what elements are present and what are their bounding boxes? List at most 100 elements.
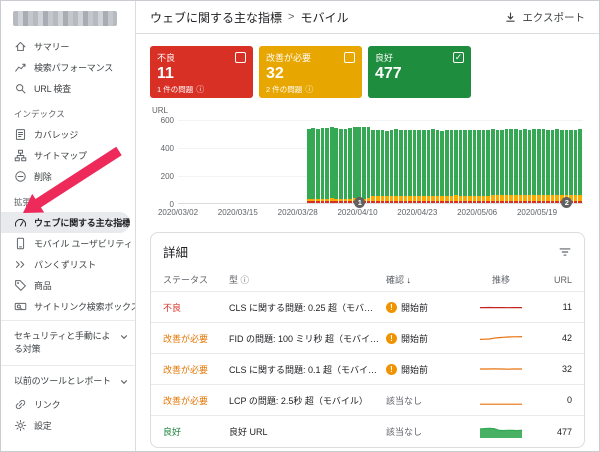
stacked-bar[interactable]: [367, 127, 371, 203]
stacked-bar[interactable]: [353, 127, 357, 203]
col-status[interactable]: ステータス: [163, 273, 225, 286]
table-row[interactable]: 不良CLS に関する問題: 0.25 超（モバイル）!開始前11: [151, 292, 584, 323]
stacked-bar[interactable]: [399, 130, 403, 203]
stacked-bar[interactable]: [477, 130, 481, 203]
timeline-marker-1[interactable]: 1: [354, 197, 365, 208]
stacked-bar[interactable]: [578, 129, 582, 203]
stacked-bar[interactable]: [450, 130, 454, 203]
status-card-poor[interactable]: 不良111 件の問題 ⓘ: [150, 46, 253, 98]
sidebar-item-search-performance[interactable]: 検索パフォーマンス: [1, 57, 135, 78]
stacked-bar[interactable]: [321, 128, 325, 203]
stacked-bar[interactable]: [537, 129, 541, 203]
sidebar-item-url-inspection[interactable]: URL 検査: [1, 78, 135, 99]
table-row[interactable]: 良好良好 URL該当なし477: [151, 416, 584, 447]
table-row[interactable]: 改善が必要CLS に関する問題: 0.1 超（モバイル）!開始前32: [151, 354, 584, 385]
stacked-bar[interactable]: [491, 129, 495, 203]
x-axis-tick-label: 2020/04/10: [337, 208, 377, 217]
stacked-bar[interactable]: [528, 130, 532, 203]
sidebar-item-breadcrumbs[interactable]: パンくずリスト: [1, 254, 135, 275]
stacked-bar[interactable]: [344, 129, 348, 203]
stacked-bar[interactable]: [339, 129, 343, 203]
stacked-bar[interactable]: [404, 130, 408, 203]
stacked-bar[interactable]: [431, 129, 435, 203]
stacked-bar[interactable]: [482, 130, 486, 203]
sidebar-item-core-web-vitals[interactable]: ウェブに関する主な指標: [1, 212, 130, 233]
stacked-bar[interactable]: [560, 130, 564, 203]
stacked-bar[interactable]: [334, 128, 338, 203]
stacked-bar[interactable]: [519, 130, 523, 203]
stacked-bar[interactable]: [555, 129, 559, 203]
stacked-bar[interactable]: [307, 129, 311, 203]
status-card-good[interactable]: 良好✓477: [368, 46, 471, 98]
stacked-bar[interactable]: [486, 130, 490, 203]
stacked-bar[interactable]: [362, 127, 366, 203]
sidebar-item-coverage[interactable]: カバレッジ: [1, 124, 135, 145]
sidebar-item-summary[interactable]: サマリー: [1, 36, 135, 57]
stacked-bar[interactable]: [454, 130, 458, 203]
card-checkbox[interactable]: [235, 52, 246, 63]
filter-icon[interactable]: [558, 245, 572, 259]
stacked-bar[interactable]: [473, 130, 477, 203]
stacked-bar[interactable]: [514, 129, 518, 203]
stacked-bar[interactable]: [468, 130, 472, 203]
stacked-bar[interactable]: [413, 130, 417, 203]
stacked-bar[interactable]: [394, 129, 398, 203]
card-checkbox[interactable]: ✓: [453, 52, 464, 63]
stacked-bar[interactable]: [390, 130, 394, 203]
col-validation[interactable]: 確認 ↓: [386, 273, 466, 286]
export-button[interactable]: エクスポート: [504, 10, 585, 25]
stacked-bar[interactable]: [505, 129, 509, 203]
status-card-needs-improvement[interactable]: 改善が必要322 件の問題 ⓘ: [259, 46, 362, 98]
stacked-bar[interactable]: [311, 128, 315, 203]
stacked-bar[interactable]: [445, 130, 449, 203]
stacked-bar[interactable]: [542, 129, 546, 203]
stacked-bar[interactable]: [463, 130, 467, 203]
stacked-bar[interactable]: [496, 130, 500, 203]
sidebar-section-security-manual-actions[interactable]: セキュリティと手動による対策: [1, 324, 135, 362]
stacked-bar[interactable]: [376, 130, 380, 203]
stacked-bar[interactable]: [385, 131, 389, 203]
home-icon: [14, 40, 27, 53]
stacked-bar[interactable]: [357, 127, 361, 203]
card-checkbox[interactable]: [344, 52, 355, 63]
stacked-bar[interactable]: [569, 130, 573, 203]
stacked-bar[interactable]: [417, 130, 421, 203]
stacked-bar[interactable]: [381, 130, 385, 203]
stacked-bar[interactable]: [523, 129, 527, 203]
table-row[interactable]: 改善が必要FID の問題: 100 ミリ秒 超（モバイル）!開始前42: [151, 323, 584, 354]
sidebar-section-legacy-tools[interactable]: 以前のツールとレポート: [1, 369, 135, 394]
sidebar-item-products[interactable]: 商品: [1, 275, 135, 296]
property-selector-redacted[interactable]: [13, 11, 117, 26]
sidebar-item-sitelinks-searchbox[interactable]: サイトリンク検索ボックス: [1, 296, 135, 317]
breadcrumb-parent[interactable]: ウェブに関する主な指標: [150, 9, 282, 26]
table-row[interactable]: 改善が必要LCP の問題: 2.5秒 超（モバイル）該当なし0: [151, 385, 584, 416]
stacked-bar[interactable]: [316, 129, 320, 203]
sidebar-item-removals[interactable]: 削除: [1, 166, 135, 187]
sidebar-item-settings[interactable]: 設定: [1, 415, 135, 436]
sidebar-item-sitemaps[interactable]: サイトマップ: [1, 145, 135, 166]
stacked-bar[interactable]: [500, 130, 504, 203]
row-validation: !開始前: [386, 301, 466, 314]
stacked-bar[interactable]: [330, 127, 334, 203]
timeline-marker-2[interactable]: 2: [561, 197, 572, 208]
stacked-bar[interactable]: [427, 130, 431, 203]
stacked-bar[interactable]: [440, 131, 444, 203]
stacked-bar[interactable]: [532, 129, 536, 203]
sidebar-item-label: ウェブに関する主な指標: [34, 216, 130, 229]
sidebar-item-links[interactable]: リンク: [1, 394, 135, 415]
stacked-bar[interactable]: [574, 130, 578, 203]
stacked-bar[interactable]: [459, 130, 463, 203]
stacked-bar[interactable]: [509, 129, 513, 203]
info-icon: ⓘ: [196, 84, 204, 95]
stacked-bar[interactable]: [422, 130, 426, 203]
stacked-bar[interactable]: [436, 130, 440, 203]
stacked-bar[interactable]: [325, 128, 329, 203]
stacked-bar[interactable]: [408, 130, 412, 203]
stacked-bar[interactable]: [348, 128, 352, 203]
stacked-bar[interactable]: [546, 130, 550, 203]
stacked-bar[interactable]: [371, 130, 375, 203]
col-type[interactable]: 型 ⓘ: [229, 273, 382, 286]
stacked-bar[interactable]: [565, 130, 569, 203]
sidebar-item-mobile-usability[interactable]: モバイル ユーザビリティ: [1, 233, 135, 254]
stacked-bar[interactable]: [551, 130, 555, 203]
